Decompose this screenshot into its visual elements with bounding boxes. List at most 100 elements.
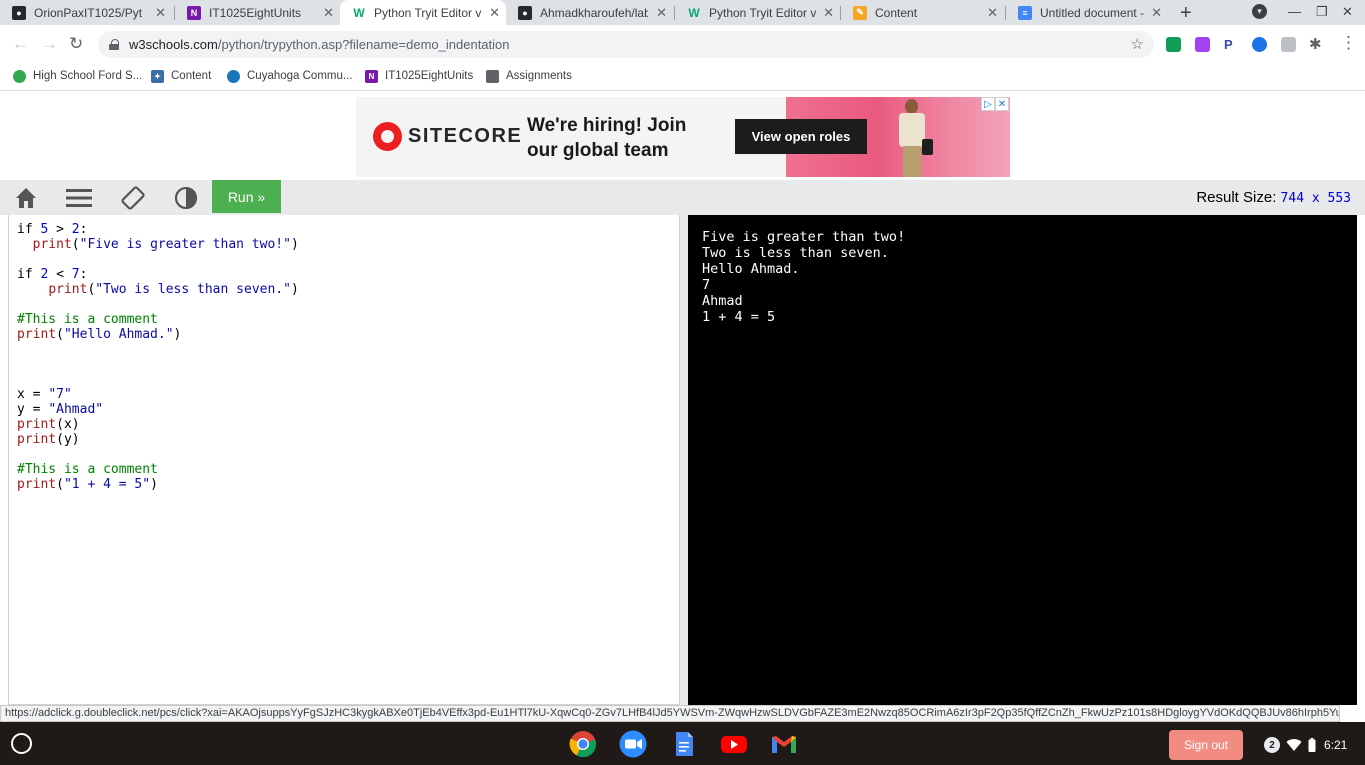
output-line: Ahmad: [702, 293, 743, 309]
ad-cta-button[interactable]: View open roles: [735, 119, 867, 154]
p-extension-icon[interactable]: P: [1224, 37, 1239, 52]
gmail-icon[interactable]: [770, 730, 798, 758]
code-line[interactable]: #This is a comment: [17, 462, 299, 477]
bookmark-star-icon[interactable]: ☆: [1131, 35, 1144, 53]
code-line[interactable]: [17, 447, 299, 462]
tab-orionpax[interactable]: ● OrionPaxIT1025/Pyth ✕: [0, 0, 172, 25]
code-line[interactable]: print(x): [17, 417, 299, 432]
ad-choices[interactable]: ▷ ✕: [981, 97, 1009, 111]
new-tab-icon[interactable]: +: [1180, 2, 1192, 25]
tab-python-tryit-2[interactable]: W Python Tryit Editor v1 ✕: [675, 0, 840, 25]
forward-icon[interactable]: →: [41, 34, 58, 54]
close-icon[interactable]: ✕: [155, 5, 166, 21]
code-line[interactable]: [17, 252, 299, 267]
battery-icon: [1308, 738, 1316, 752]
address-bar[interactable]: w3schools.com/python/trypython.asp?filen…: [98, 31, 1154, 58]
ad-close-icon[interactable]: ✕: [995, 97, 1009, 111]
code-line[interactable]: if 5 > 2:: [17, 222, 299, 237]
github-icon: ●: [12, 5, 26, 20]
close-icon[interactable]: ✕: [1151, 5, 1162, 21]
close-icon[interactable]: ✕: [823, 5, 834, 21]
code-line[interactable]: print(y): [17, 432, 299, 447]
result-size-value: 744 x 553: [1280, 191, 1351, 206]
close-icon[interactable]: ✕: [656, 5, 667, 21]
docs-icon: ≡: [1018, 5, 1032, 20]
sitecore-logo-icon: [373, 122, 402, 151]
bookmark-label: IT1025EightUnits: [385, 70, 474, 82]
menu-dots-icon[interactable]: ⋮: [1340, 33, 1357, 53]
close-icon[interactable]: ✕: [489, 5, 500, 21]
tab-strip: ● OrionPaxIT1025/Pyth ✕ N IT1025EightUni…: [0, 0, 1365, 25]
code-line[interactable]: y = "Ahmad": [17, 402, 299, 417]
adchoices-icon[interactable]: ▷: [981, 97, 995, 111]
tree-icon: ✦: [151, 69, 164, 83]
close-icon[interactable]: ✕: [323, 5, 334, 21]
tab-title: Untitled document - Go: [1040, 5, 1148, 20]
menu-icon[interactable]: [66, 185, 92, 211]
extension-icon-2[interactable]: [1281, 37, 1296, 52]
classroom-extension-icon[interactable]: [1166, 37, 1181, 52]
extension-icon[interactable]: [1195, 37, 1210, 52]
code-line[interactable]: print("Five is greater than two!"): [17, 237, 299, 252]
github-icon: ●: [518, 5, 532, 20]
tab-title: IT1025EightUnits: [209, 5, 302, 20]
sign-out-button[interactable]: Sign out: [1169, 730, 1243, 760]
bookmark-item[interactable]: High School Ford S...: [13, 67, 142, 85]
youtube-icon[interactable]: [720, 730, 748, 758]
tab-title: OrionPaxIT1025/Pyth: [34, 5, 142, 20]
code-line[interactable]: [17, 342, 299, 357]
home-icon[interactable]: [13, 185, 39, 211]
tab-untitled-doc[interactable]: ≡ Untitled document - Go ✕: [1006, 0, 1168, 25]
puzzle-icon[interactable]: ✱: [1309, 35, 1322, 53]
code-line[interactable]: [17, 357, 299, 372]
output-line: Two is less than seven.: [702, 245, 889, 261]
close-icon[interactable]: ✕: [987, 5, 998, 21]
code-line[interactable]: print("1 + 4 = 5"): [17, 477, 299, 492]
bookmark-label: Content: [171, 70, 212, 82]
tab-title: Ahmadkharoufeh/lab: [540, 5, 648, 20]
code-line[interactable]: print("Hello Ahmad."): [17, 327, 299, 342]
code-line[interactable]: [17, 297, 299, 312]
bookmark-item[interactable]: Assignments: [486, 67, 572, 85]
ad-banner[interactable]: SITECORE We're hiring! Join our global t…: [356, 97, 1010, 177]
w3schools-icon: W: [687, 5, 701, 20]
reload-icon[interactable]: ↻: [69, 34, 83, 54]
status-tray[interactable]: 2 6:21: [1256, 730, 1360, 760]
launcher-icon[interactable]: [11, 733, 32, 754]
code-editor[interactable]: if 5 > 2: print("Five is greater than tw…: [8, 215, 680, 705]
bookmark-item[interactable]: Cuyahoga Commu...: [227, 67, 352, 85]
output-line: 7: [702, 277, 711, 293]
bookmark-item[interactable]: ✦ Content: [151, 67, 211, 85]
globe-extension-icon[interactable]: [1252, 37, 1267, 52]
contrast-icon[interactable]: [173, 185, 199, 211]
code-line[interactable]: x = "7": [17, 387, 299, 402]
code-line[interactable]: #This is a comment: [17, 312, 299, 327]
restore-icon[interactable]: ❐: [1316, 4, 1328, 20]
rotate-orientation-icon[interactable]: [120, 185, 146, 211]
chrome-icon[interactable]: [569, 730, 597, 758]
output-line: 1 + 4 = 5: [702, 309, 776, 325]
bookmark-item[interactable]: N IT1025EightUnits: [365, 67, 473, 85]
docs-icon[interactable]: [670, 730, 698, 758]
tab-python-tryit-active[interactable]: W Python Tryit Editor v1 ✕: [340, 0, 506, 25]
code-line[interactable]: [17, 372, 299, 387]
status-url: https://adclick.g.doubleclick.net/pcs/cl…: [0, 705, 1340, 722]
back-icon[interactable]: ←: [12, 34, 29, 54]
minimize-icon[interactable]: —: [1288, 4, 1301, 19]
tab-content[interactable]: ✎ Content ✕: [841, 0, 1004, 25]
code-line[interactable]: print("Two is less than seven."): [17, 282, 298, 297]
tab-search-icon[interactable]: ▾: [1252, 4, 1267, 19]
output-line: Five is greater than two!: [702, 229, 906, 245]
run-button[interactable]: Run »: [212, 180, 281, 213]
window-close-icon[interactable]: ✕: [1342, 4, 1353, 20]
code-text[interactable]: if 5 > 2: print("Five is greater than tw…: [17, 222, 299, 492]
notification-badge[interactable]: 2: [1264, 737, 1280, 753]
url-path: /python/trypython.asp?filename=demo_inde…: [217, 37, 510, 52]
output-text: Five is greater than two! Two is less tha…: [702, 229, 905, 325]
panel-divider[interactable]: [680, 215, 688, 705]
ad-headline: We're hiring! Join our global team: [527, 115, 687, 161]
code-line[interactable]: if 2 < 7:: [17, 267, 299, 282]
tab-ahmadkharoufeh[interactable]: ● Ahmadkharoufeh/lab ✕: [506, 0, 673, 25]
tab-it1025[interactable]: N IT1025EightUnits ✕: [175, 0, 340, 25]
zoom-icon[interactable]: [619, 730, 647, 758]
